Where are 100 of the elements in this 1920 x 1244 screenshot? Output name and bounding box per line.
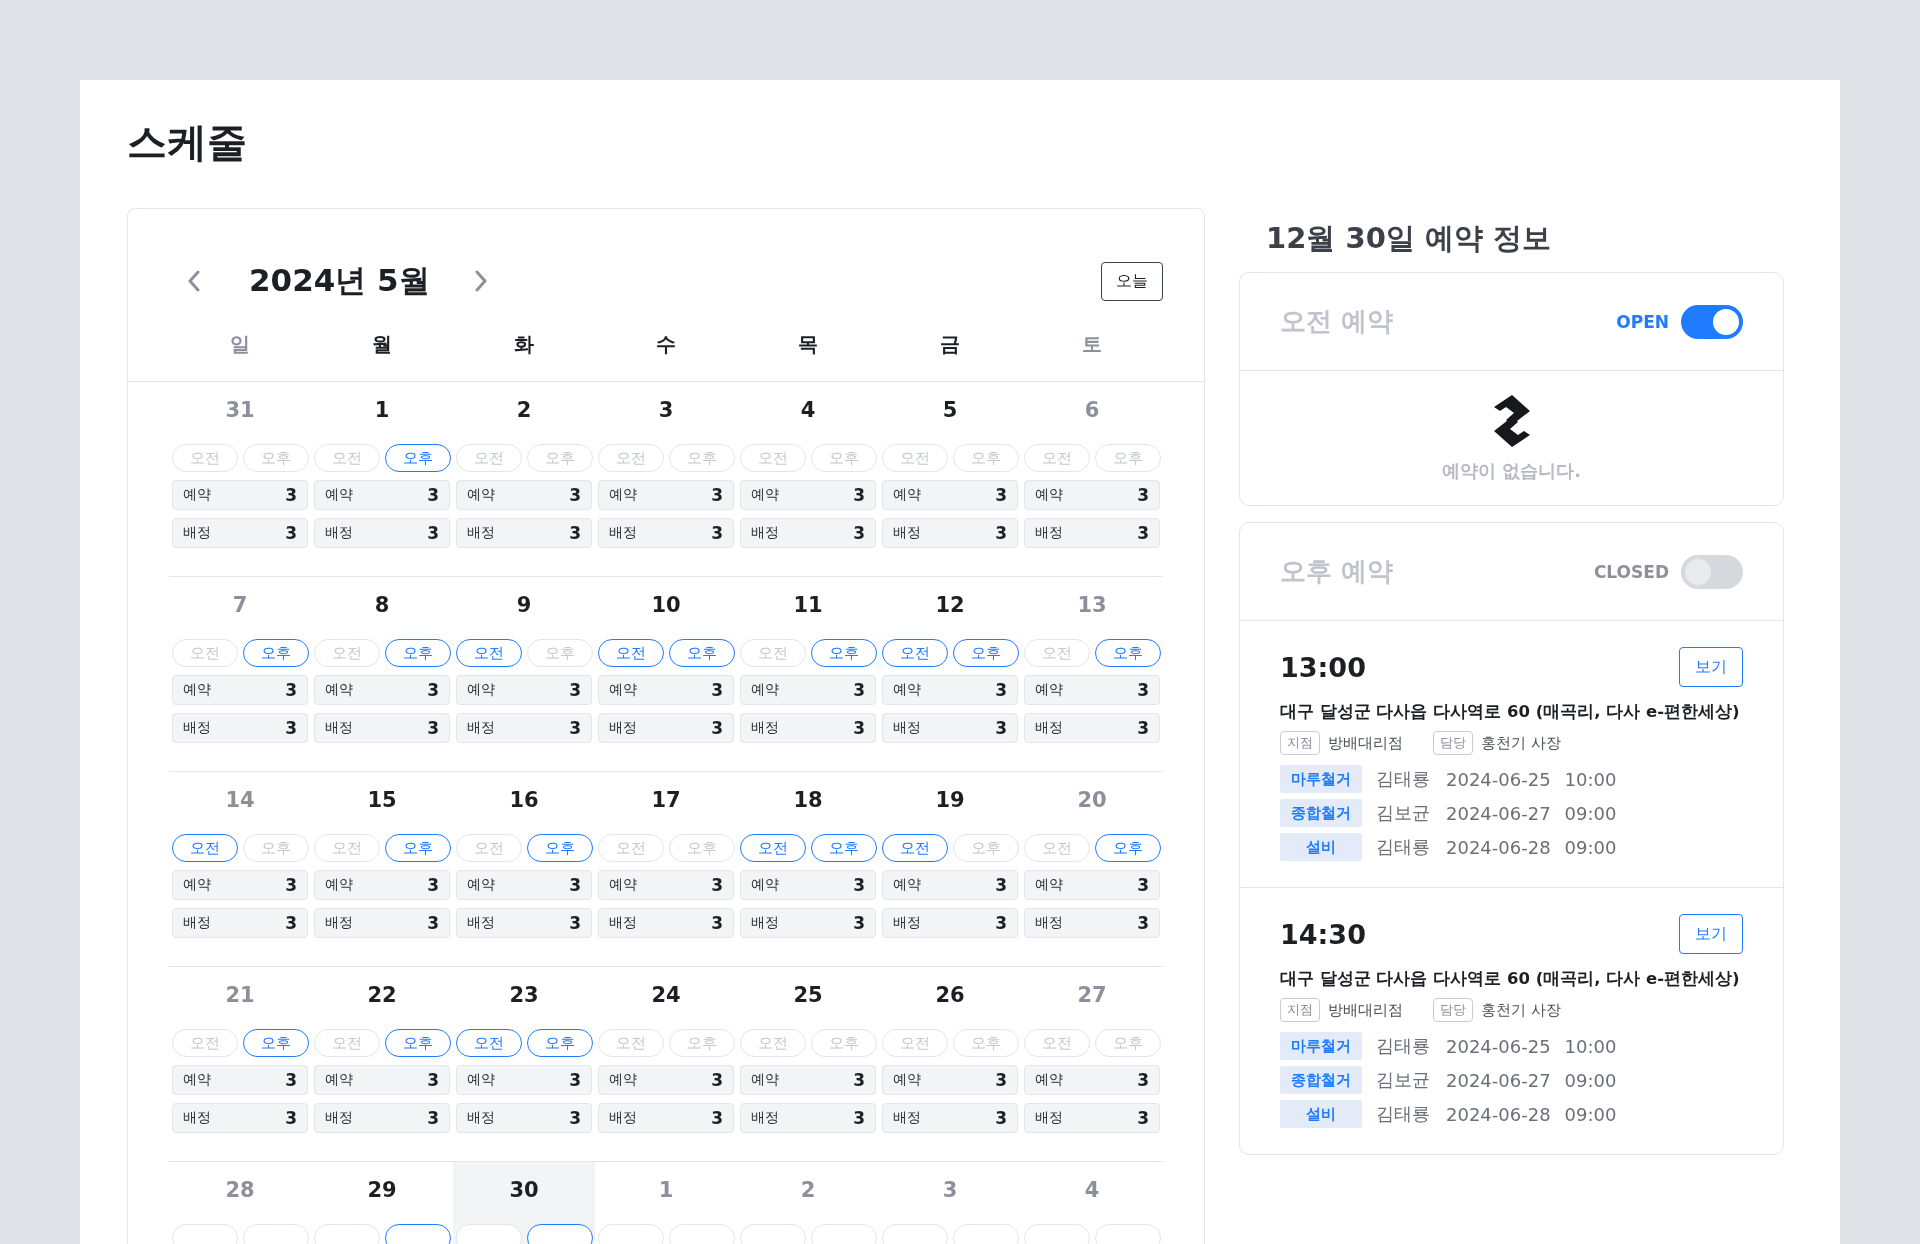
count-label: 예약 [609,876,637,894]
detail-heading: 12월 30일 예약 정보 [1266,220,1552,257]
day-cell[interactable]: 20 오전 오후 예약 3 배정 3 [1021,772,1163,938]
time-slot-pill[interactable]: 오전 [455,639,522,667]
time-slot-pill[interactable]: 오후 [526,834,593,862]
count-value: 3 [427,523,439,543]
job-time: 09:00 [1564,1069,1617,1091]
job-time: 09:00 [1564,1103,1617,1125]
time-slot-pill[interactable]: 오전 [881,834,948,862]
toggle-switch[interactable] [1681,304,1743,339]
time-slot-pill[interactable]: 오후 [952,639,1019,667]
count-value: 3 [1137,875,1149,895]
day-cell[interactable]: 8 오전 오후 예약 3 배정 3 [311,577,453,743]
today-button[interactable]: 오늘 [1101,261,1163,301]
time-slot-pill[interactable]: 오후 [810,834,877,862]
count-value: 3 [995,680,1007,700]
count-label: 예약 [609,486,637,504]
count-value: 3 [995,913,1007,933]
count-label: 예약 [893,681,921,699]
day-cell[interactable]: 11 오전 오후 예약 3 배정 3 [737,577,879,743]
count-value: 3 [569,875,581,895]
date-number: 4 [800,398,816,424]
count-label: 예약 [467,486,495,504]
worker-name: 김태룡 [1376,835,1430,859]
count-value: 3 [995,485,1007,505]
day-cell[interactable]: 9 오전 오후 예약 3 배정 3 [453,577,595,743]
count-value: 3 [711,913,723,933]
day-cell[interactable]: 7 오전 오후 예약 3 배정 3 [169,577,311,743]
count-value: 3 [853,1070,865,1090]
count-value: 3 [569,523,581,543]
count-label: 배정 [751,719,779,737]
time-slot-pill[interactable]: 오후 [668,639,735,667]
date-number: 25 [793,983,823,1009]
count-label: 배정 [1035,719,1063,737]
view-button[interactable]: 보기 [1679,647,1743,687]
time-slot-pill[interactable]: 오후 [384,834,451,862]
weekday-label: 토 [1081,331,1103,358]
time-slot-pill[interactable]: 오전 [881,639,948,667]
job-type-chip: 마루철거 [1280,1032,1362,1060]
day-cell[interactable]: 21 오전 오후 예약 3 배정 3 [169,967,311,1133]
time-slot-pill[interactable]: 오후 [384,444,451,472]
count-label: 예약 [183,486,211,504]
day-cell[interactable]: 22 오전 오후 예약 3 배정 3 [311,967,453,1133]
date-number: 11 [793,593,823,619]
time-slot-pill[interactable]: 오후 [526,1029,593,1057]
day-cell[interactable]: 13 오전 오후 예약 3 배정 3 [1021,577,1163,743]
time-slot-pill[interactable]: 오전 [739,834,806,862]
count-label: 예약 [467,681,495,699]
time-slot-pill[interactable] [384,1224,451,1244]
time-slot-pill[interactable]: 오전 [171,834,238,862]
day-cell[interactable]: 1 오전 오후 예약 3 배정 3 [311,382,453,548]
weekday-label: 목 [797,331,819,358]
day-cell[interactable]: 23 오전 오후 예약 3 배정 3 [453,967,595,1133]
count-value: 3 [285,485,297,505]
toggle-switch[interactable] [1681,554,1743,589]
day-cell[interactable]: 29 [311,1162,453,1244]
count-label: 예약 [1035,486,1063,504]
day-cell[interactable]: 12 오전 오후 예약 3 배정 3 [879,577,1021,743]
time-slot-pill[interactable]: 오후 [384,639,451,667]
time-slot-pill[interactable]: 오후 [1094,834,1161,862]
time-slot-pill[interactable]: 오후 [1094,639,1161,667]
job-type-chip: 마루철거 [1280,765,1362,793]
time-slot-pill[interactable]: 오전 [455,1029,522,1057]
date-number: 26 [935,983,965,1009]
count-value: 3 [711,485,723,505]
count-value: 3 [853,913,865,933]
count-label: 배정 [893,914,921,932]
worker-name: 김태룡 [1376,1034,1430,1058]
count-value: 3 [995,718,1007,738]
time-slot-pill[interactable]: 오후 [242,639,309,667]
count-label: 배정 [325,524,353,542]
date-number: 20 [1077,788,1107,814]
time-slot-pill[interactable]: 오후 [242,1029,309,1057]
booking-address: 대구 달성군 다사읍 다사역로 60 (매곡리, 다사 e-편한세상) [1280,701,1741,723]
count-value: 3 [853,485,865,505]
count-label: 예약 [325,486,353,504]
count-value: 3 [285,1070,297,1090]
count-label: 예약 [893,876,921,894]
selected-day-cell[interactable]: 30 [453,1162,595,1244]
day-cell[interactable]: 15 오전 오후 예약 3 배정 3 [311,772,453,938]
weekday-label: 수 [655,331,677,358]
day-cell[interactable]: 18 오전 오후 예약 3 배정 3 [737,772,879,938]
date-number: 8 [374,593,390,619]
count-label: 예약 [751,681,779,699]
job-date: 2024-06-27 [1446,1069,1551,1091]
count-label: 예약 [751,1071,779,1089]
day-cell[interactable]: 16 오전 오후 예약 3 배정 3 [453,772,595,938]
view-button[interactable]: 보기 [1679,914,1743,954]
count-label: 배정 [609,524,637,542]
time-slot-pill[interactable]: 오후 [384,1029,451,1057]
day-cell[interactable]: 19 오전 오후 예약 3 배정 3 [879,772,1021,938]
time-slot-pill[interactable] [526,1224,593,1244]
day-cell[interactable]: 14 오전 오후 예약 3 배정 3 [169,772,311,938]
time-slot-pill[interactable]: 오후 [810,639,877,667]
day-cell[interactable]: 10 오전 오후 예약 3 배정 3 [595,577,737,743]
time-slot-pill[interactable]: 오전 [597,639,664,667]
count-label: 배정 [751,914,779,932]
count-value: 3 [853,875,865,895]
section-title: 오후 예약 [1280,555,1394,588]
job-type-chip: 설비 [1280,833,1362,861]
